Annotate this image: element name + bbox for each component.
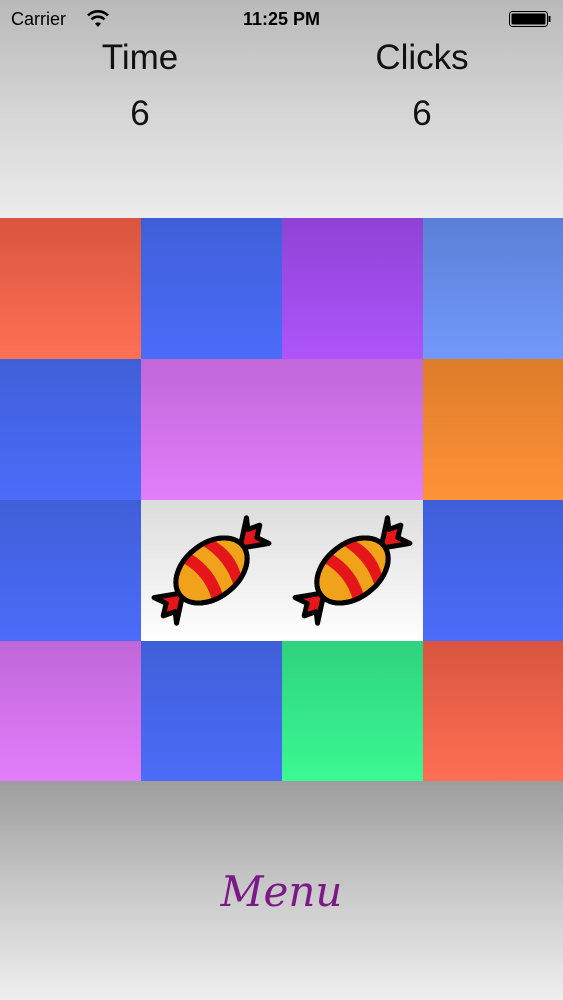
tile-r2c1[interactable] (0, 359, 141, 500)
tile-r3c1[interactable] (0, 500, 141, 641)
status-bar: Carrier 11:25 PM (0, 0, 563, 38)
battery-icon (509, 11, 551, 27)
time-value: 6 (130, 94, 150, 133)
clicks-value: 6 (412, 94, 432, 133)
tile-r2c4[interactable] (423, 359, 563, 500)
clock: 11:25 PM (242, 9, 321, 29)
clicks-label: Clicks (375, 38, 469, 77)
matched-candy-tiles (141, 500, 423, 641)
memory-board (0, 218, 563, 782)
clicks-stat: Clicks 6 (322, 38, 522, 134)
game-screen: Carrier 11:25 PM Time 6 Clicks 6 Menu (0, 0, 563, 1000)
tile-r2c2-c3[interactable] (141, 359, 423, 500)
tile-r4c1[interactable] (0, 641, 141, 782)
tile-r4c2[interactable] (141, 641, 282, 782)
time-stat: Time 6 (40, 38, 240, 134)
time-label: Time (101, 38, 179, 77)
tile-r1c2[interactable] (141, 218, 282, 359)
tile-r3c4[interactable] (423, 500, 563, 641)
footer-panel: Menu (0, 781, 563, 1000)
candy-icon (292, 515, 413, 626)
menu-button[interactable]: Menu (0, 867, 563, 916)
tile-r1c3[interactable] (282, 218, 423, 359)
header-panel: Carrier 11:25 PM Time 6 Clicks 6 (0, 0, 563, 218)
tile-r4c4[interactable] (423, 641, 563, 782)
candy-icon (151, 515, 272, 626)
tile-r4c3[interactable] (282, 641, 423, 782)
tile-r1c1[interactable] (0, 218, 141, 359)
tile-r1c4[interactable] (423, 218, 563, 359)
